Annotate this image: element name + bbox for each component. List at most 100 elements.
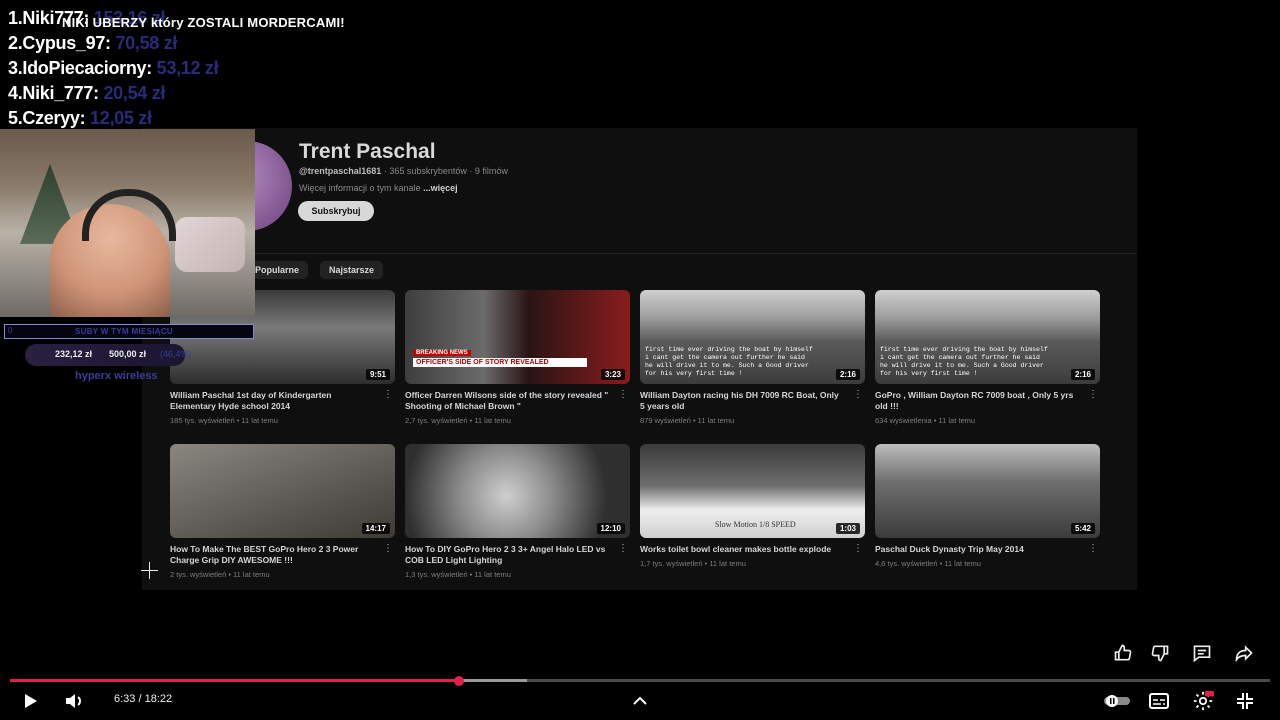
video-meta: 185 tys. wyświetleń • 11 lat temu — [170, 416, 278, 425]
sponsor-text: hyperx wireless — [75, 370, 158, 382]
donor-row: 5.Czeryy: 12,05 zł — [8, 108, 218, 133]
video-duration: 2:16 — [835, 369, 860, 380]
webcam-feed — [0, 129, 255, 317]
donor-amount: 53,12 zł — [156, 58, 219, 78]
news-tag: BREAKING NEWS — [413, 350, 471, 356]
video-card[interactable]: BREAKING NEWS OFFICER'S SIDE OF STORY RE… — [405, 290, 630, 425]
headset-image — [82, 189, 176, 241]
volume-icon[interactable] — [62, 690, 86, 712]
video-meta: 1,3 tys. wyświetleń • 11 lat temu — [405, 570, 511, 579]
dislike-icon[interactable] — [1147, 640, 1173, 666]
video-title[interactable]: How To Make The BEST GoPro Hero 2 3 Powe… — [170, 544, 375, 566]
channel-header: Trent Paschal @trentpaschal1681 · 365 su… — [142, 128, 1137, 254]
goal-target: 500,00 zł — [109, 349, 147, 359]
donor-row: 4.Niki_777: 20,54 zł — [8, 83, 218, 108]
donor-name: 5.Czeryy: — [8, 108, 86, 128]
channel-more-link[interactable]: ...więcej — [423, 183, 458, 193]
more-options-icon[interactable]: ⋮ — [383, 390, 393, 400]
video-meta: 879 wyświetleń • 11 lat temu — [640, 416, 735, 425]
sub-goal-count: 0 — [8, 326, 13, 335]
donor-amount: 20,54 zł — [103, 83, 166, 103]
like-icon[interactable] — [1110, 640, 1136, 666]
video-title[interactable]: How To DIY GoPro Hero 2 3 3+ Angel Halo … — [405, 544, 610, 566]
more-options-icon[interactable]: ⋮ — [618, 390, 628, 400]
donor-name: 2.Cypus_97: — [8, 33, 111, 53]
subtitles-icon[interactable] — [1147, 690, 1171, 712]
channel-handle: @trentpaschal1681 — [299, 166, 382, 176]
more-options-icon[interactable]: ⋮ — [1088, 390, 1098, 400]
video-title[interactable]: Paschal Duck Dynasty Trip May 2014 — [875, 544, 1080, 555]
channel-more-info[interactable]: Więcej informacji o tym kanale ...więcej — [299, 183, 458, 193]
chevron-up-icon[interactable] — [630, 691, 650, 711]
video-thumbnail[interactable]: 5:42 — [875, 444, 1100, 538]
video-card[interactable]: 14:17 How To Make The BEST GoPro Hero 2 … — [170, 444, 395, 579]
stream-alert-text: NIKI UBERZY który ZOSTALI MORDERCAMI! — [62, 15, 345, 30]
pillow-image — [175, 217, 245, 272]
thumbnail-caption: Slow Motion 1/8 SPEED — [715, 520, 796, 529]
video-duration: 2:16 — [1070, 369, 1095, 380]
goal-percent: (46,4%) — [160, 349, 192, 359]
video-duration: 3:23 — [600, 369, 625, 380]
channel-name: Trent Paschal — [299, 140, 436, 163]
video-card[interactable]: first time ever driving the boat by hims… — [875, 290, 1100, 425]
sub-goal-bar: 0 SUBY W TYM MIESIĄCU — [4, 324, 254, 339]
more-options-icon[interactable]: ⋮ — [383, 544, 393, 554]
donor-amount: 70,58 zł — [115, 33, 178, 53]
video-duration: 12:10 — [596, 523, 625, 534]
video-card[interactable]: 12:10 How To DIY GoPro Hero 2 3 3+ Angel… — [405, 444, 630, 579]
video-title[interactable]: Officer Darren Wilsons side of the story… — [405, 390, 610, 412]
video-thumbnail[interactable]: first time ever driving the boat by hims… — [640, 290, 865, 384]
video-duration: 14:17 — [361, 523, 390, 534]
video-meta: 4,6 tys. wyświetleń • 11 lat temu — [875, 559, 981, 568]
more-options-icon[interactable]: ⋮ — [853, 390, 863, 400]
video-title[interactable]: William Paschal 1st day of Kindergarten … — [170, 390, 375, 412]
autoplay-toggle[interactable] — [1102, 692, 1132, 710]
video-duration: 9:51 — [365, 369, 390, 380]
video-meta: 2 tys. wyświetleń • 11 lat temu — [170, 570, 270, 579]
subscribe-button[interactable]: Subskrybuj — [298, 201, 374, 221]
donor-name: 3.IdoPiecaciorny: — [8, 58, 152, 78]
donation-goal: 232,12 zł 500,00 zł (46,4%) — [25, 344, 192, 366]
video-duration: 5:42 — [1070, 523, 1095, 534]
more-options-icon[interactable]: ⋮ — [1088, 544, 1098, 554]
channel-meta: @trentpaschal1681 · 365 subskrybentów · … — [299, 166, 508, 176]
channel-stats: · 365 subskrybentów · 9 filmów — [381, 166, 508, 176]
exit-fullscreen-icon[interactable] — [1233, 690, 1257, 712]
video-meta: 2,7 tys. wyświetleń • 11 lat temu — [405, 416, 511, 425]
video-title[interactable]: GoPro , William Dayton RC 7009 boat , On… — [875, 390, 1080, 412]
video-card[interactable]: 5:42 Paschal Duck Dynasty Trip May 2014 … — [875, 444, 1100, 568]
donor-name: 4.Niki_777: — [8, 83, 99, 103]
video-meta: 1,7 tys. wyświetleń • 11 lat temu — [640, 559, 746, 568]
share-icon[interactable] — [1231, 640, 1257, 666]
video-card[interactable]: Slow Motion 1/8 SPEED 1:03 Works toilet … — [640, 444, 865, 568]
settings-gear-icon[interactable] — [1190, 689, 1216, 713]
video-duration: 1:03 — [835, 523, 860, 534]
more-options-icon[interactable]: ⋮ — [853, 544, 863, 554]
video-thumbnail[interactable]: first time ever driving the boat by hims… — [875, 290, 1100, 384]
video-thumbnail[interactable]: BREAKING NEWS OFFICER'S SIDE OF STORY RE… — [405, 290, 630, 384]
channel-more-label: Więcej informacji o tym kanale — [299, 183, 421, 193]
video-title[interactable]: Works toilet bowl cleaner makes bottle e… — [640, 544, 845, 555]
more-options-icon[interactable]: ⋮ — [618, 544, 628, 554]
goal-current: 232,12 zł — [55, 349, 93, 359]
play-icon[interactable] — [18, 690, 42, 712]
video-meta: 634 wyświetlenia • 11 lat temu — [875, 416, 976, 425]
thumbnail-caption: first time ever driving the boat by hims… — [645, 346, 813, 377]
comments-icon[interactable] — [1189, 640, 1215, 666]
news-banner: OFFICER'S SIDE OF STORY REVEALED — [413, 358, 587, 367]
donor-row: 3.IdoPiecaciorny: 53,12 zł — [8, 58, 219, 83]
video-thumbnail[interactable]: 12:10 — [405, 444, 630, 538]
chip-oldest[interactable]: Najstarsze — [320, 261, 384, 279]
scrubber-handle[interactable] — [454, 676, 465, 686]
time-display: 6:33 / 18:22 — [114, 693, 173, 705]
channel-page: Trent Paschal @trentpaschal1681 · 365 su… — [142, 128, 1137, 590]
donor-row: 2.Cypus_97: 70,58 zł — [8, 33, 218, 58]
video-title[interactable]: William Dayton racing his DH 7009 RC Boa… — [640, 390, 845, 412]
video-card[interactable]: first time ever driving the boat by hims… — [640, 290, 865, 425]
chip-popular[interactable]: Popularne — [246, 261, 309, 279]
progress-bar[interactable] — [10, 679, 1270, 682]
video-thumbnail[interactable]: Slow Motion 1/8 SPEED 1:03 — [640, 444, 865, 538]
video-thumbnail[interactable]: 14:17 — [170, 444, 395, 538]
donor-amount: 12,05 zł — [90, 108, 152, 128]
sub-goal-label: SUBY W TYM MIESIĄCU — [75, 327, 174, 336]
